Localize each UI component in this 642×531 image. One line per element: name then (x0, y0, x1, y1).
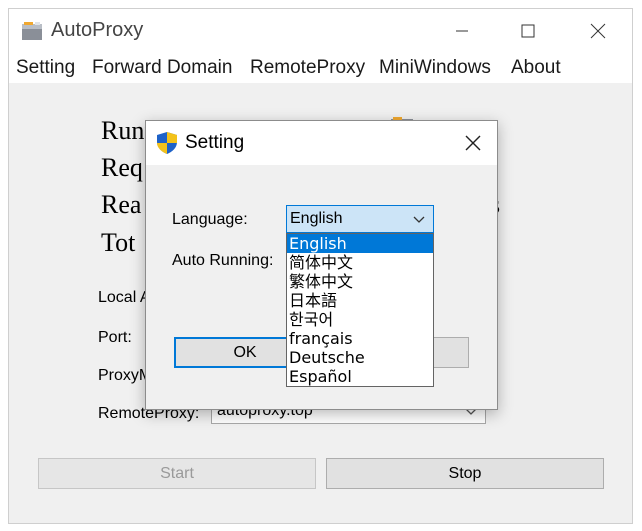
language-dropdown-list: English 简体中文 繁体中文 日本語 한국어 français Deuts… (286, 233, 434, 387)
language-select[interactable]: English (286, 205, 434, 233)
auto-running-label: Auto Running: (172, 252, 274, 269)
setting-dialog: Setting Language: Auto Running: OK Engli… (145, 120, 498, 410)
shield-icon (157, 132, 177, 154)
language-value: English (290, 210, 343, 227)
language-option-french[interactable]: français (287, 329, 433, 348)
menu-setting[interactable]: Setting (16, 57, 75, 79)
menu-miniwindows[interactable]: MiniWindows (379, 57, 491, 79)
stop-button[interactable]: Stop (326, 458, 604, 489)
chevron-down-icon (413, 216, 425, 223)
port-label: Port: (98, 329, 132, 346)
menu-remoteproxy[interactable]: RemoteProxy (250, 57, 365, 79)
language-option-spanish[interactable]: Español (287, 367, 433, 386)
language-option-korean[interactable]: 한국어 (287, 310, 433, 329)
menu-bar: Setting Forward Domain RemoteProxy MiniW… (9, 53, 632, 83)
menu-about[interactable]: About (511, 57, 561, 79)
stat-requests: Req (101, 153, 143, 182)
language-label: Language: (172, 211, 248, 228)
local-address-label: Local A (98, 289, 151, 306)
app-icon (22, 22, 42, 40)
dialog-close-icon[interactable] (464, 134, 482, 152)
close-icon[interactable] (583, 17, 613, 45)
start-button[interactable]: Start (38, 458, 316, 489)
language-option-traditional-chinese[interactable]: 繁体中文 (287, 272, 433, 291)
stat-total: Tot (101, 228, 136, 257)
dialog-title-bar: Setting (146, 121, 497, 165)
menu-forward-domain[interactable]: Forward Domain (92, 57, 232, 79)
language-option-german[interactable]: Deutsche (287, 348, 433, 367)
language-option-simplified-chinese[interactable]: 简体中文 (287, 253, 433, 272)
language-option-english[interactable]: English (287, 234, 433, 253)
window-title: AutoProxy (51, 19, 144, 41)
minimize-icon[interactable] (447, 17, 477, 45)
dialog-title: Setting (185, 132, 245, 153)
maximize-icon[interactable] (513, 17, 543, 45)
title-bar: AutoProxy (9, 9, 632, 53)
cancel-button[interactable] (431, 337, 469, 368)
stat-read: Rea (101, 190, 142, 219)
language-option-japanese[interactable]: 日本語 (287, 291, 433, 310)
